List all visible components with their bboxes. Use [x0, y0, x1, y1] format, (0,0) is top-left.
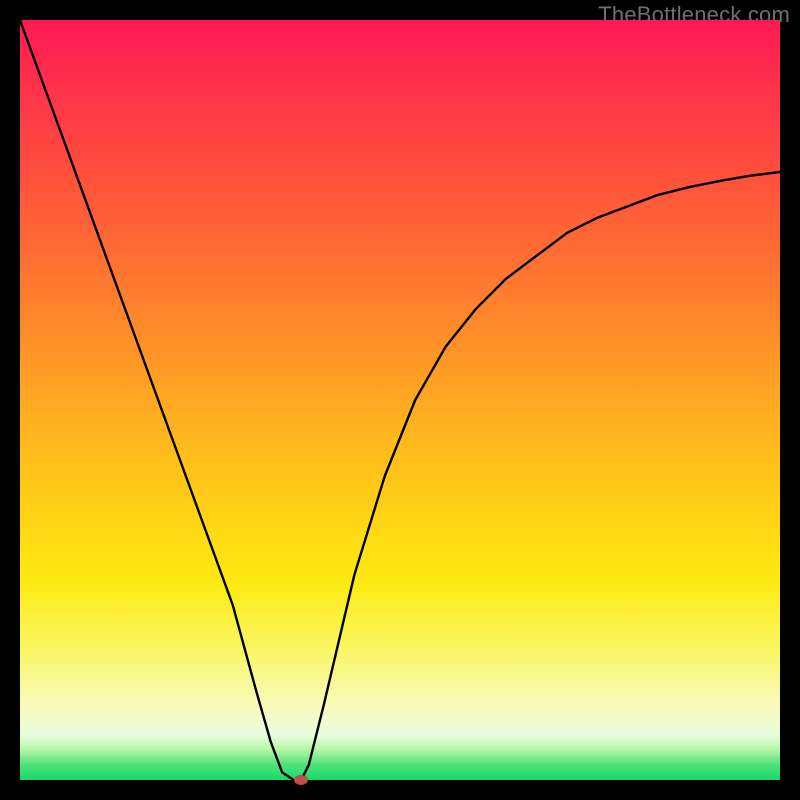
plot-area	[20, 20, 780, 780]
curve-svg	[20, 20, 780, 780]
bottleneck-curve	[20, 20, 780, 780]
min-point-marker	[294, 775, 308, 785]
